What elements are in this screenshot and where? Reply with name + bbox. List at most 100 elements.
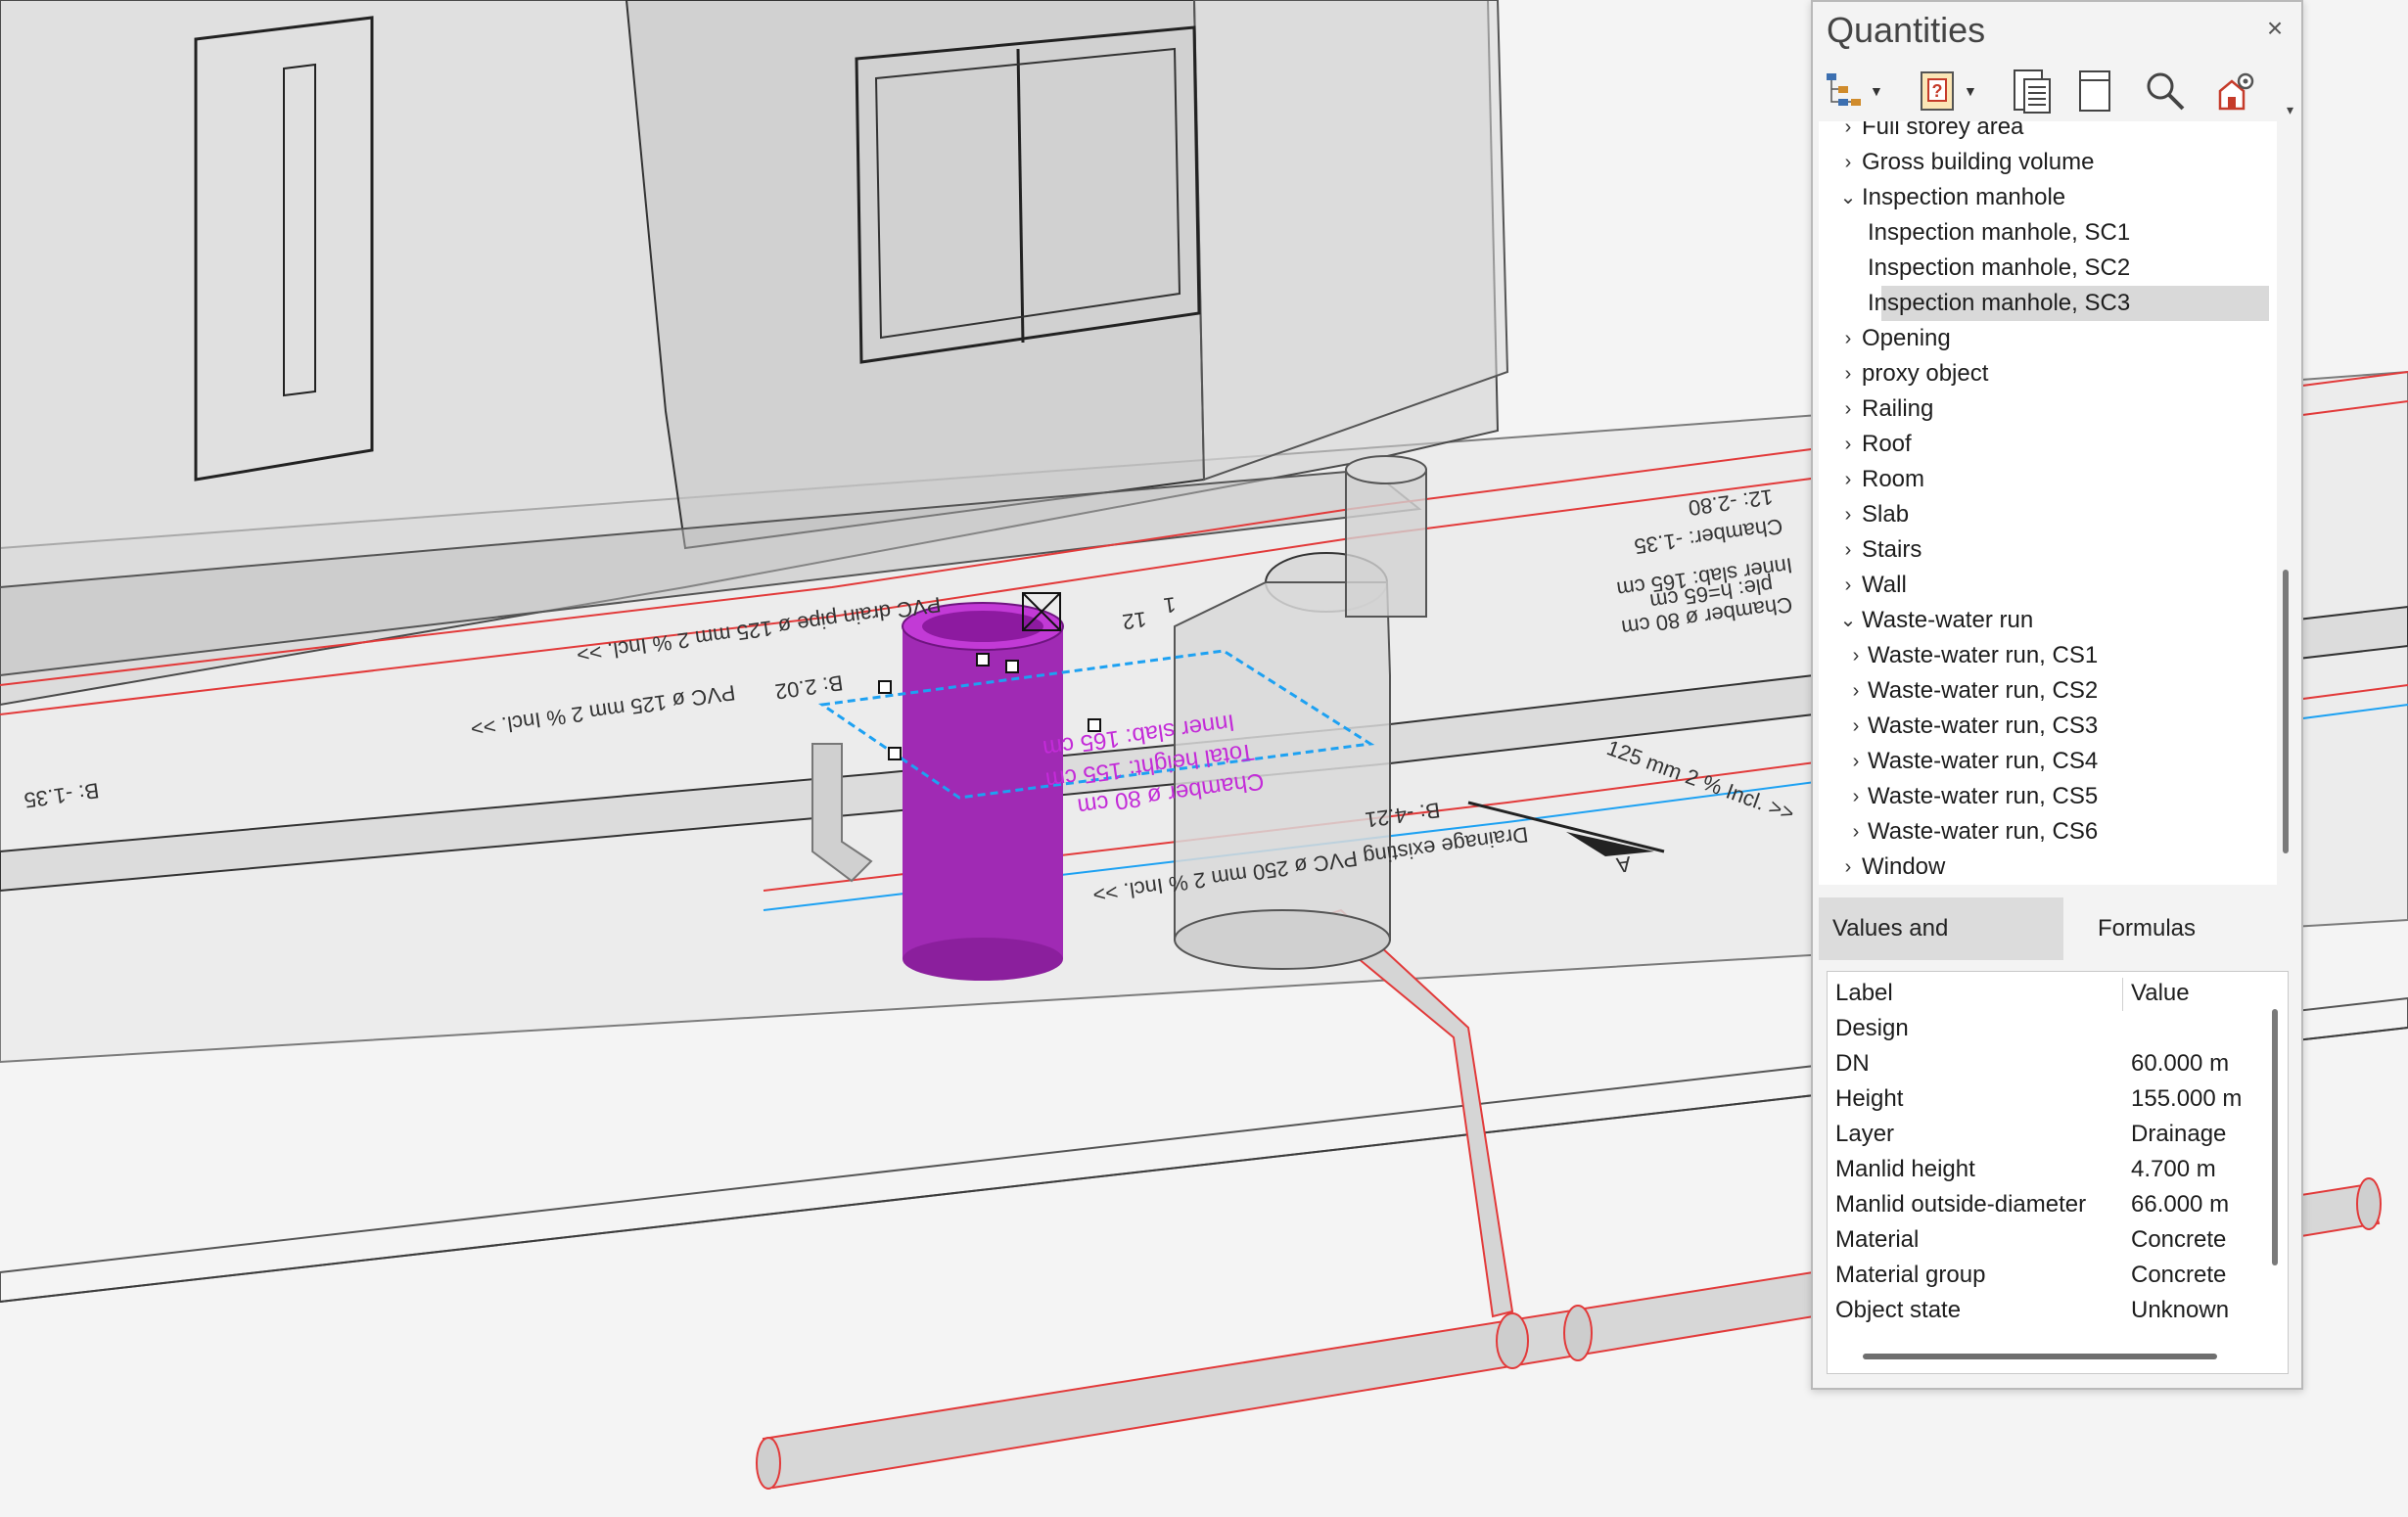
row-value: Concrete xyxy=(2131,1226,2227,1253)
tree-item-label: Inspection manhole, SC3 xyxy=(1868,290,2131,316)
tree-structure-button[interactable]: ▼ xyxy=(1825,67,1883,115)
chevron-right-icon[interactable]: › xyxy=(1836,145,1860,180)
report-button[interactable]: ? ▼ xyxy=(1919,67,1977,115)
chevron-right-icon[interactable]: › xyxy=(1844,709,1868,744)
row-value: 66.000 m xyxy=(2131,1191,2230,1218)
table-row[interactable]: Design xyxy=(1828,1011,2258,1046)
chevron-right-icon[interactable]: › xyxy=(1836,391,1860,427)
manhole-grey-bottom xyxy=(1174,909,1391,970)
chevron-down-icon[interactable]: ▼ xyxy=(1964,83,1977,99)
tree-item[interactable]: › Room xyxy=(1819,462,2269,497)
grip-point[interactable] xyxy=(1005,660,1019,673)
tree-item[interactable]: › proxy object xyxy=(1819,356,2269,391)
table-row[interactable]: DN 60.000 m xyxy=(1828,1046,2258,1081)
chevron-right-icon[interactable]: › xyxy=(1844,814,1868,850)
header-value[interactable]: Value xyxy=(2131,976,2190,1011)
settings-button[interactable] xyxy=(2214,67,2257,115)
grip-point[interactable] xyxy=(888,747,902,760)
table-row[interactable]: Object state Unknown xyxy=(1828,1293,2258,1328)
tree-item-label: Wall xyxy=(1862,572,1907,598)
chevron-right-icon[interactable]: › xyxy=(1836,568,1860,603)
tree-item[interactable]: Inspection manhole, SC3 xyxy=(1819,286,2269,321)
tree-item-label: Gross building volume xyxy=(1862,149,2095,175)
chevron-right-icon[interactable]: › xyxy=(1836,321,1860,356)
tree-item[interactable]: › Waste-water run, CS5 xyxy=(1819,779,2269,814)
table-row[interactable]: Material Concrete xyxy=(1828,1222,2258,1258)
attributes-table: Label Value Design DN 60.000 m Height 155.00… xyxy=(1827,971,2289,1374)
tree-item-label: Waste-water run, CS4 xyxy=(1868,748,2099,774)
chevron-down-icon[interactable]: ⌄ xyxy=(1836,180,1860,215)
tree-item[interactable]: ⌄ Inspection manhole xyxy=(1819,180,2269,215)
chevron-right-icon[interactable]: › xyxy=(1836,497,1860,532)
table-horizontal-scrollbar[interactable] xyxy=(1863,1354,2217,1359)
row-label: Object state xyxy=(1835,1297,1962,1323)
chevron-right-icon[interactable]: › xyxy=(1836,850,1860,885)
tree-item[interactable]: › Waste-water run, CS2 xyxy=(1819,673,2269,709)
tree-item[interactable]: ⌄ Waste-water run xyxy=(1819,603,2269,638)
tree-item[interactable]: › Window xyxy=(1819,850,2269,885)
close-icon[interactable]: × xyxy=(2260,14,2290,43)
toolbar-overflow-icon[interactable]: ▾ xyxy=(2287,102,2293,118)
tree-item[interactable]: Inspection manhole, SC2 xyxy=(1819,251,2269,286)
tree-item[interactable]: › Wall xyxy=(1819,568,2269,603)
svg-text:?: ? xyxy=(1932,81,1943,101)
tree-item[interactable]: Inspection manhole, SC1 xyxy=(1819,215,2269,251)
pipe-joint xyxy=(1563,1305,1593,1361)
table-row[interactable]: Layer Drainage xyxy=(1828,1117,2258,1152)
tree-item[interactable]: › Railing xyxy=(1819,391,2269,427)
table-vertical-scrollbar[interactable] xyxy=(2272,1009,2278,1265)
tab-values-and-attributes[interactable]: Values and attributes xyxy=(1819,897,2063,1004)
table-row[interactable]: Material group Concrete xyxy=(1828,1258,2258,1293)
chevron-right-icon[interactable]: › xyxy=(1836,532,1860,568)
chevron-right-icon[interactable]: › xyxy=(1844,673,1868,709)
tree-item[interactable]: › Waste-water run, CS4 xyxy=(1819,744,2269,779)
grip-point[interactable] xyxy=(878,680,892,694)
table-row[interactable]: Manlid height 4.700 m xyxy=(1828,1152,2258,1187)
row-value: 155.000 m xyxy=(2131,1085,2243,1112)
table-row[interactable]: Height 155.000 m xyxy=(1828,1081,2258,1117)
search-button[interactable] xyxy=(2144,67,2187,115)
list-report-button[interactable] xyxy=(2011,67,2052,115)
tree-item[interactable]: › Opening xyxy=(1819,321,2269,356)
chevron-right-icon[interactable]: › xyxy=(1844,744,1868,779)
tree-item[interactable]: › Roof xyxy=(1819,427,2269,462)
tree-item[interactable]: › Waste-water run, CS1 xyxy=(1819,638,2269,673)
chevron-right-icon[interactable]: › xyxy=(1836,462,1860,497)
tree-item-label: Inspection manhole, SC2 xyxy=(1868,254,2131,281)
row-label: Material xyxy=(1835,1226,1920,1253)
tree-item-label: Railing xyxy=(1862,395,1934,422)
panel-title: Quantities xyxy=(1827,10,1986,50)
tree-item[interactable]: › Full storey area xyxy=(1819,121,2269,145)
tree-scrollbar[interactable] xyxy=(2283,570,2289,853)
quantities-tree[interactable]: › Full storey area › Gross building volume ⌄… xyxy=(1819,121,2277,885)
grip-point[interactable] xyxy=(976,653,990,667)
tree-item-label: Stairs xyxy=(1862,536,1922,563)
tree-item[interactable]: › Waste-water run, CS3 xyxy=(1819,709,2269,744)
column-separator[interactable] xyxy=(2122,978,2123,1011)
tree-item-label: Full storey area xyxy=(1862,121,2024,140)
single-page-button[interactable] xyxy=(2077,67,2112,115)
chevron-right-icon[interactable]: › xyxy=(1836,427,1860,462)
chevron-down-icon[interactable]: ⌄ xyxy=(1836,603,1860,638)
settings-icon xyxy=(2218,72,2254,111)
chevron-right-icon[interactable]: › xyxy=(1844,638,1868,673)
manhole-sc3-bottom xyxy=(903,938,1063,981)
row-value: 4.700 m xyxy=(2131,1156,2216,1182)
tree-item-label: Waste-water run, CS6 xyxy=(1868,818,2099,845)
chevron-down-icon[interactable]: ▼ xyxy=(1870,83,1883,99)
tree-item[interactable]: › Slab xyxy=(1819,497,2269,532)
tree-item[interactable]: › Gross building volume xyxy=(1819,145,2269,180)
tree-item-label: Waste-water run, CS5 xyxy=(1868,783,2099,809)
tree-item[interactable]: › Stairs xyxy=(1819,532,2269,568)
chevron-right-icon[interactable]: › xyxy=(1836,356,1860,391)
chevron-right-icon[interactable]: › xyxy=(1836,121,1860,145)
panel-tabs: Values and attributes Formulas xyxy=(1819,897,2293,1004)
chevron-right-icon[interactable]: › xyxy=(1844,779,1868,814)
tree-item[interactable]: › Waste-water run, CS6 xyxy=(1819,814,2269,850)
table-row[interactable]: Manlid outside-diameter 66.000 m xyxy=(1828,1187,2258,1222)
tab-formulas[interactable]: Formulas xyxy=(2073,897,2220,960)
tree-item-label: Waste-water run, CS3 xyxy=(1868,713,2099,739)
row-value: Drainage xyxy=(2131,1121,2227,1147)
header-label[interactable]: Label xyxy=(1835,976,1893,1011)
row-value: Concrete xyxy=(2131,1262,2227,1288)
